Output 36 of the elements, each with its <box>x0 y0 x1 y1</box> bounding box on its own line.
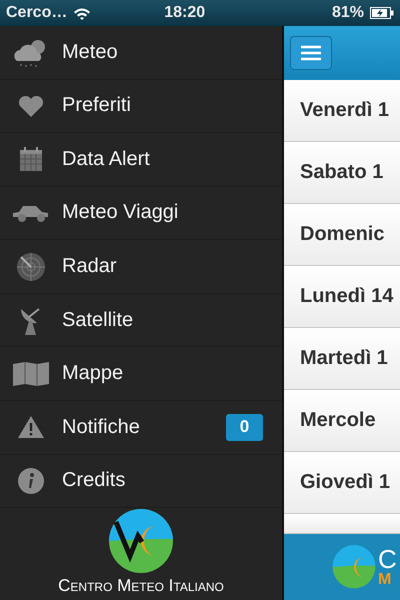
menu-button[interactable] <box>290 36 332 70</box>
menu-item[interactable]: Meteo Viaggi <box>0 186 282 240</box>
count-badge: 0 <box>226 414 263 441</box>
menu-item[interactable]: Meteo <box>0 26 282 80</box>
calendar-icon <box>20 147 42 172</box>
logo-text: Centro Meteo Italiano <box>58 576 224 596</box>
logo-icon <box>332 545 376 589</box>
menu-item[interactable]: Notifiche 0 <box>0 400 282 454</box>
menu-icon <box>301 45 321 61</box>
heart-icon <box>18 94 44 117</box>
day-row[interactable]: Sabato 1 <box>284 142 400 204</box>
clock: 18:20 <box>164 4 206 22</box>
day-row[interactable]: Martedì 1 <box>284 328 400 390</box>
radar-icon <box>16 252 46 282</box>
day-row[interactable]: Venerdì 1 <box>284 80 400 142</box>
menu-item[interactable]: Credits <box>0 454 282 508</box>
battery-icon <box>370 7 394 19</box>
menu-item[interactable]: Preferiti <box>0 80 282 134</box>
day-row[interactable]: Domenic <box>284 204 400 266</box>
menu-item[interactable]: Mappe <box>0 347 282 401</box>
battery-percent: 81% <box>332 4 364 22</box>
wifi-icon <box>73 6 92 20</box>
menu-item[interactable]: Radar <box>0 240 282 294</box>
map-icon <box>12 360 50 387</box>
logo-icon <box>108 508 174 574</box>
warning-icon <box>18 416 44 438</box>
carrier-name: Cerco… <box>6 4 68 22</box>
banner-letter: C <box>378 546 397 572</box>
menu-item[interactable]: Data Alert <box>0 133 282 187</box>
info-icon <box>18 468 44 494</box>
car-icon <box>12 204 50 222</box>
day-row[interactable]: Mercole <box>284 390 400 452</box>
banner-letter: M <box>378 572 392 588</box>
day-row[interactable]: Lunedì 14 <box>284 266 400 328</box>
day-row[interactable]: Giovedì 1 <box>284 452 400 514</box>
menu-item[interactable]: Satellite <box>0 294 282 348</box>
